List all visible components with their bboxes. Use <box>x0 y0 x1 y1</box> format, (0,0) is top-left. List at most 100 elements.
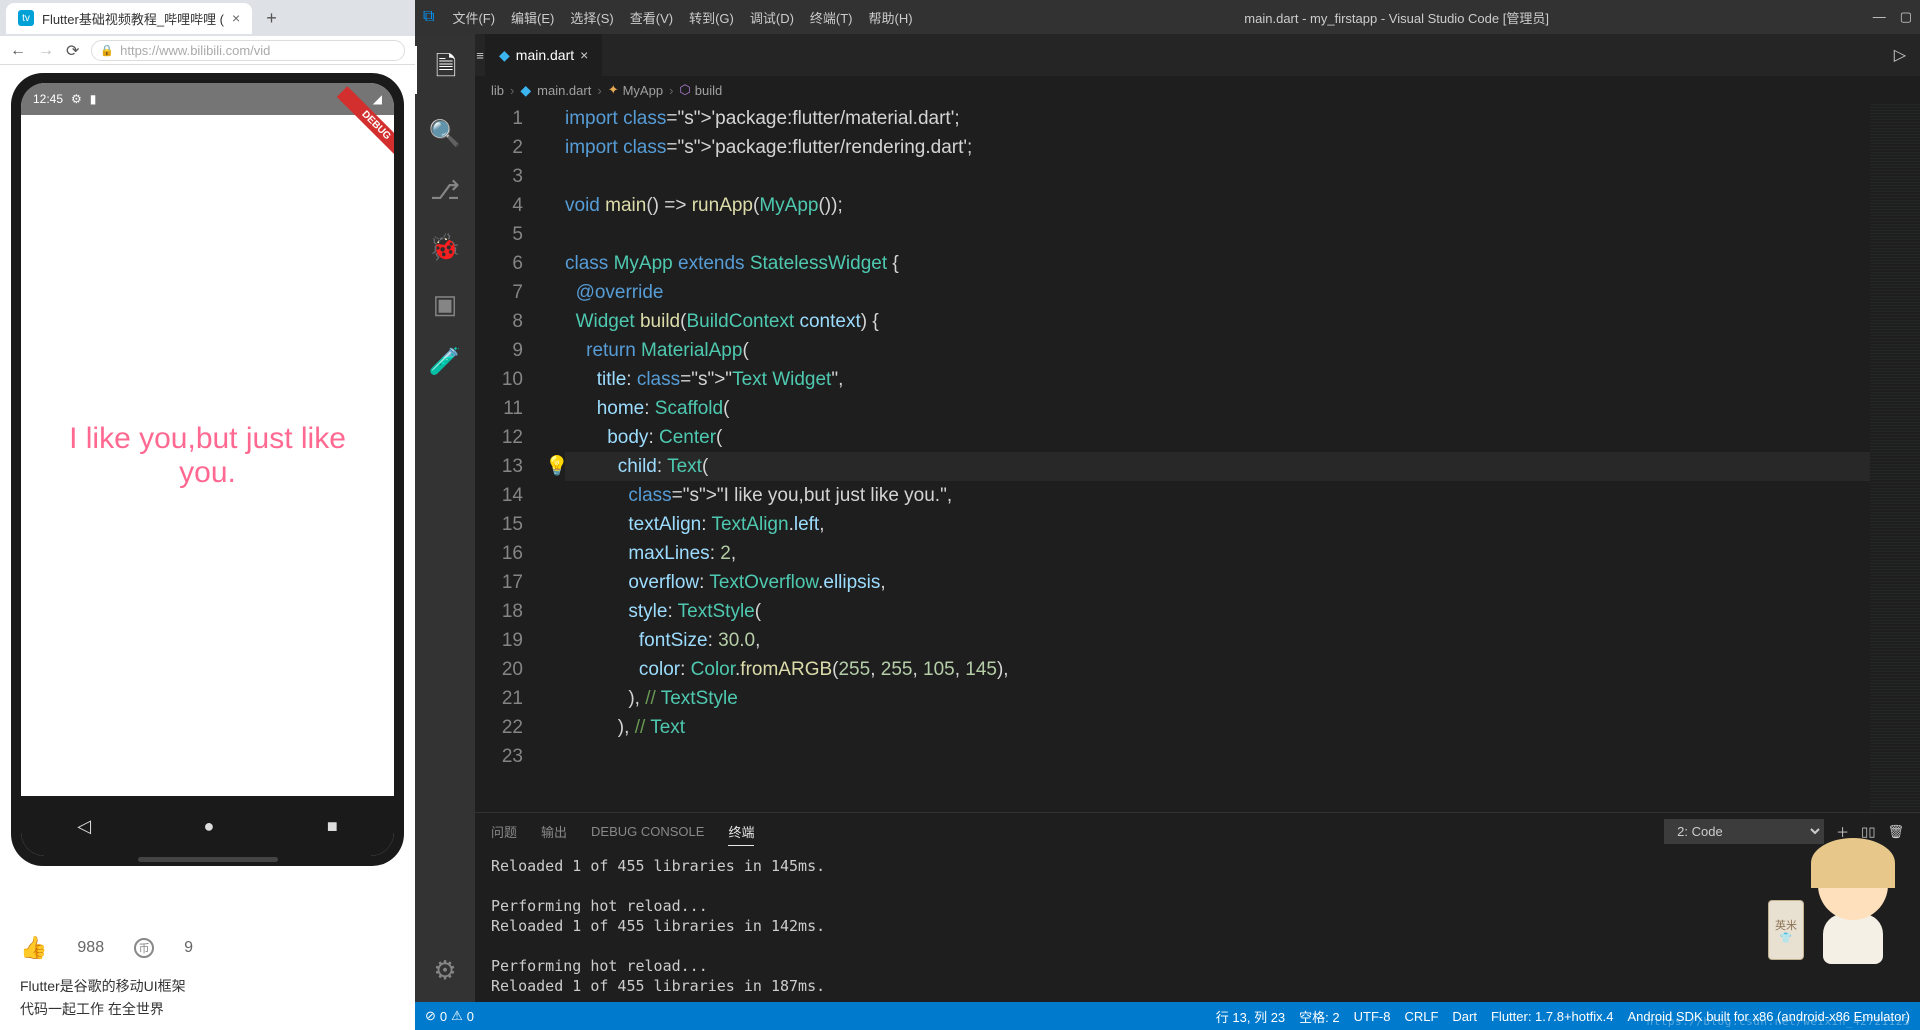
phone-speaker <box>138 857 278 862</box>
browser-tab[interactable]: tv Flutter基础视频教程_哔哩哔哩 ( × <box>6 3 252 34</box>
back-icon[interactable]: ← <box>10 42 26 60</box>
terminal-selector[interactable]: 2: Code <box>1664 819 1824 844</box>
signal-icon: ◢ <box>373 92 382 106</box>
tab-filename: main.dart <box>516 47 574 63</box>
code-editor[interactable]: 1234567891011121314151617181920212223 💡 … <box>475 104 1920 812</box>
tab-title: Flutter基础视频教程_哔哩哔哩 ( <box>42 9 224 28</box>
status-encoding[interactable]: UTF-8 <box>1354 1009 1391 1024</box>
status-time: 12:45 <box>33 92 63 106</box>
menu-item[interactable]: 转到(G) <box>681 7 742 30</box>
nav-back-icon[interactable]: ◁ <box>77 816 91 837</box>
editor-area: ≡ ◆ main.dart × ▷ lib › ◆ main.dart › ✦ M… <box>475 34 1920 1002</box>
phone-preview-area: 12:45 ⚙ ▮ ◢ DEBUG I like you,but just li… <box>0 65 415 911</box>
nav-home-icon[interactable]: ● <box>204 816 215 837</box>
status-eol[interactable]: CRLF <box>1404 1009 1438 1024</box>
menu-item[interactable]: 终端(T) <box>802 7 861 30</box>
likes-row: 👍 988 币 9 <box>20 927 395 969</box>
demo-text: I like you,but just like you. <box>21 422 394 490</box>
method-icon: ⬡ <box>679 82 690 98</box>
status-errors[interactable]: ⊘ 0 ⚠ 0 <box>425 1008 474 1024</box>
thumbs-up-icon[interactable]: 👍 <box>20 935 47 961</box>
activity-bar: 🗎 🔍 ⎇ 🐞 ▣ 🧪 ⚙ <box>415 34 475 1002</box>
editor-tab-main-dart[interactable]: ◆ main.dart × <box>485 34 603 76</box>
forward-icon[interactable]: → <box>38 42 54 60</box>
editor-tabs: ≡ ◆ main.dart × ▷ <box>475 34 1920 76</box>
class-icon: ✦ <box>608 82 619 98</box>
settings-gear-icon[interactable]: ⚙ <box>415 953 475 988</box>
bookmark-icon: ▮ <box>90 92 97 106</box>
phone-frame: 12:45 ⚙ ▮ ◢ DEBUG I like you,but just li… <box>11 73 404 866</box>
menu-item[interactable]: 编辑(E) <box>503 7 562 30</box>
panel-tab-problems[interactable]: 问题 <box>491 818 517 845</box>
bc-lib[interactable]: lib <box>491 83 504 98</box>
dart-file-icon: ◆ <box>520 82 531 99</box>
browser-chrome: tv Flutter基础视频教程_哔哩哔哩 ( × + ← → ⟳ 🔒 http… <box>0 0 415 65</box>
browser-and-preview: tv Flutter基础视频教程_哔哩哔哩 ( × + ← → ⟳ 🔒 http… <box>0 0 415 1030</box>
menu-item[interactable]: 调试(D) <box>742 7 802 30</box>
watermark: https://blog.csdn.net/weixin_42721123 <box>1646 1015 1910 1028</box>
status-line-col[interactable]: 行 13, 列 23 <box>1216 1007 1285 1026</box>
panel-toolbar: 2: Code ＋ ▯▯ 🗑 <box>1664 819 1904 844</box>
bc-method[interactable]: build <box>695 83 722 98</box>
video-description: Flutter是谷歌的移动UI框架 代码一起工作 在全世界 <box>20 975 395 1020</box>
reload-icon[interactable]: ⟳ <box>66 41 79 61</box>
vscode-body: 🗎 🔍 ⎇ 🐞 ▣ 🧪 ⚙ ≡ ◆ main.dart × ▷ lib › <box>415 34 1920 1002</box>
chevron-right-icon: › <box>510 83 514 98</box>
test-icon[interactable]: 🧪 <box>415 344 475 379</box>
run-button[interactable]: ▷ <box>1880 34 1920 76</box>
vscode-window: ⧉ 文件(F)编辑(E)选择(S)查看(V)转到(G)调试(D)终端(T)帮助(… <box>415 0 1920 1030</box>
bilibili-favicon-icon: tv <box>18 10 34 26</box>
status-flutter[interactable]: Flutter: 1.7.8+hotfix.4 <box>1491 1009 1613 1024</box>
code-content[interactable]: import class="s">'package:flutter/materi… <box>565 104 1870 812</box>
panel-tab-debug-console[interactable]: DEBUG CONSOLE <box>591 820 704 843</box>
tab-dirty-icon[interactable]: × <box>580 47 588 63</box>
maximize-icon[interactable]: ▢ <box>1900 9 1912 25</box>
gear-icon: ⚙ <box>71 92 82 106</box>
minimize-icon[interactable]: — <box>1873 9 1886 25</box>
new-tab-button[interactable]: + <box>258 8 285 29</box>
url-bar[interactable]: 🔒 https://www.bilibili.com/vid <box>91 40 405 61</box>
video-meta: 👍 988 币 9 Flutter是谷歌的移动UI框架 代码一起工作 在全世界 <box>0 917 415 1030</box>
vscode-titlebar: ⧉ 文件(F)编辑(E)选择(S)查看(V)转到(G)调试(D)终端(T)帮助(… <box>415 0 1920 34</box>
lock-icon: 🔒 <box>100 44 114 57</box>
explorer-icon[interactable]: 🗎 <box>415 46 475 94</box>
chevron-right-icon: › <box>669 83 673 98</box>
new-terminal-icon[interactable]: ＋ <box>1836 822 1849 841</box>
close-icon[interactable]: × <box>232 10 240 26</box>
url-text: https://www.bilibili.com/vid <box>120 43 270 58</box>
minimap[interactable] <box>1870 104 1920 812</box>
glyph-margin: 💡 <box>545 104 565 812</box>
menu-item[interactable]: 查看(V) <box>622 7 681 30</box>
menu-item[interactable]: 选择(S) <box>562 7 621 30</box>
status-lang[interactable]: Dart <box>1452 1009 1477 1024</box>
window-controls: — ▢ <box>1873 9 1912 25</box>
search-icon[interactable]: 🔍 <box>415 116 475 151</box>
terminal-output[interactable]: Reloaded 1 of 455 libraries in 145ms. Pe… <box>475 850 1920 1002</box>
menu-item[interactable]: 帮助(H) <box>861 7 921 30</box>
split-terminal-icon[interactable]: ▯▯ <box>1861 824 1875 840</box>
tab-strip: tv Flutter基础视频教程_哔哩哔哩 ( × + <box>0 0 415 36</box>
extensions-icon[interactable]: ▣ <box>415 287 475 322</box>
vscode-logo-icon: ⧉ <box>423 8 434 26</box>
status-spaces[interactable]: 空格: 2 <box>1299 1007 1339 1026</box>
git-icon[interactable]: ⎇ <box>415 173 475 208</box>
lightbulb-icon[interactable]: 💡 <box>545 452 565 481</box>
debug-icon[interactable]: 🐞 <box>415 230 475 265</box>
line-numbers: 1234567891011121314151617181920212223 <box>475 104 545 812</box>
tab-overflow-icon[interactable]: ≡ <box>475 34 485 76</box>
bc-file[interactable]: main.dart <box>537 83 591 98</box>
window-title: main.dart - my_firstapp - Visual Studio … <box>925 8 1869 27</box>
trash-icon[interactable]: 🗑 <box>1887 824 1904 840</box>
phone-screen: 12:45 ⚙ ▮ ◢ DEBUG I like you,but just li… <box>21 83 394 856</box>
like-count: 988 <box>77 939 104 957</box>
android-nav-bar: ◁ ● ■ <box>21 796 394 856</box>
coin-icon[interactable]: 币 <box>134 938 154 958</box>
menu-item[interactable]: 文件(F) <box>444 7 503 30</box>
chevron-right-icon: › <box>597 83 601 98</box>
panel-tab-terminal[interactable]: 终端 <box>728 818 754 846</box>
breadcrumbs[interactable]: lib › ◆ main.dart › ✦ MyApp › ⬡ build <box>475 76 1920 104</box>
panel-tab-output[interactable]: 输出 <box>541 818 567 845</box>
nav-recent-icon[interactable]: ■ <box>327 816 338 837</box>
bc-class[interactable]: MyApp <box>623 83 663 98</box>
dart-file-icon: ◆ <box>499 47 510 64</box>
